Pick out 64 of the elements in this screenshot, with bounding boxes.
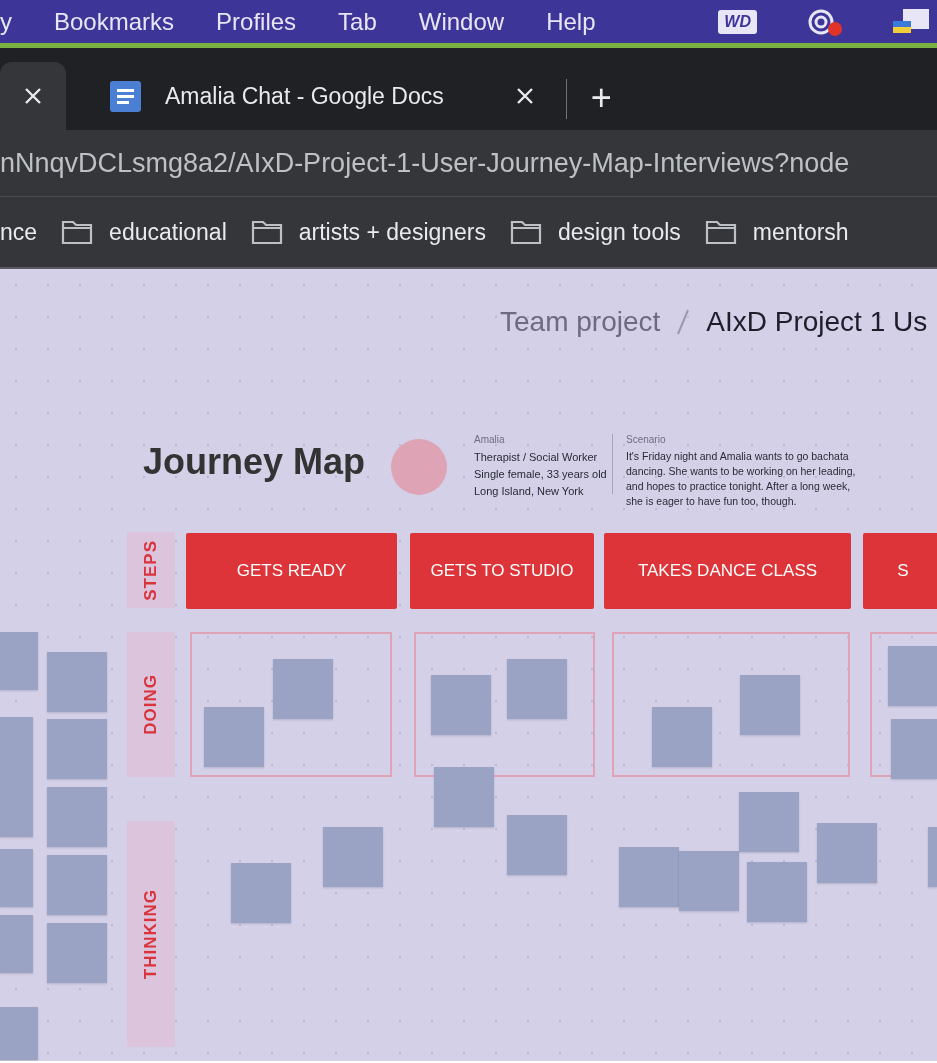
step-card: GETS READY	[186, 533, 397, 609]
scenario-heading: Scenario	[626, 433, 666, 447]
map-title: Journey Map	[143, 440, 366, 484]
menu-item[interactable]: Profiles	[216, 3, 297, 40]
sticky-note[interactable]	[507, 659, 567, 719]
persona-name: Amalia	[474, 433, 505, 447]
step-card: S	[863, 533, 937, 609]
sticky-note[interactable]	[204, 707, 264, 767]
file-title[interactable]: AIxD Project 1 Us	[706, 301, 928, 343]
menu-item[interactable]: Help	[546, 3, 596, 40]
step-card: TAKES DANCE CLASS	[604, 533, 851, 609]
sticky-note[interactable]	[0, 915, 33, 973]
sticky-note[interactable]	[0, 849, 33, 907]
sticky-note[interactable]	[0, 717, 33, 837]
tab-title: Amalia Chat - Google Docs	[165, 81, 444, 111]
avatar-circle	[391, 439, 447, 495]
step-card: GETS TO STUDIO	[410, 533, 594, 609]
sticky-note[interactable]	[47, 787, 107, 847]
bookmark[interactable]: nce	[0, 214, 38, 250]
sticky-note[interactable]	[747, 862, 807, 922]
sticky-note[interactable]	[888, 646, 937, 706]
sticky-note[interactable]	[739, 792, 799, 852]
persona-detail: Therapist / Social Worker	[474, 450, 598, 465]
sticky-note[interactable]	[47, 923, 107, 983]
menu-item[interactable]: Window	[418, 3, 505, 40]
close-icon[interactable]	[24, 87, 42, 105]
new-tab-button[interactable]: +	[590, 71, 612, 125]
bookmark-label[interactable]: design tools	[558, 214, 681, 250]
sticky-note[interactable]	[273, 659, 333, 719]
sticky-note[interactable]	[619, 847, 679, 907]
sticky-note[interactable]	[679, 851, 739, 911]
browser-tab[interactable]: Amalia Chat - Google Docs	[86, 62, 558, 130]
sticky-note[interactable]	[928, 827, 937, 887]
sticky-note[interactable]	[652, 707, 712, 767]
bookmark-label[interactable]: mentorsh	[752, 214, 849, 250]
lane-label: STEPS	[140, 539, 162, 601]
drive-badge-icon[interactable]: WD	[718, 9, 757, 34]
sticky-note[interactable]	[507, 815, 567, 875]
sticky-note[interactable]	[740, 675, 800, 735]
menu-item[interactable]: Bookmarks	[54, 3, 175, 40]
persona-detail: Long Island, New York	[474, 484, 584, 499]
sticky-note[interactable]	[323, 827, 383, 887]
sticky-note[interactable]	[47, 652, 107, 712]
sticky-note[interactable]	[817, 823, 877, 883]
persona-detail: Single female, 33 years old	[474, 467, 607, 482]
bookmark-label[interactable]: artists + designers	[298, 214, 487, 250]
sticky-note[interactable]	[891, 719, 937, 779]
sticky-note[interactable]	[434, 767, 494, 827]
slash-icon	[676, 308, 691, 336]
sticky-note[interactable]	[47, 719, 107, 779]
sticky-note[interactable]	[231, 863, 291, 923]
sticky-note[interactable]	[431, 675, 491, 735]
design-canvas[interactable]	[0, 269, 937, 1061]
sticky-note[interactable]	[0, 632, 38, 690]
lane-label: THINKING	[140, 888, 162, 980]
menu-item[interactable]: Tab	[338, 3, 377, 40]
close-icon[interactable]	[515, 87, 534, 105]
menu-item[interactable]: y	[0, 3, 12, 40]
document-icon	[110, 80, 141, 112]
sticky-note[interactable]	[47, 855, 107, 915]
scenario-text: It's Friday night and Amalia wants to go bachata dancing. She wants to be working on her leading, and hopes to practice tonight. After a long week, she is eager to have fun too, though.	[626, 449, 857, 509]
lane-label: DOING	[140, 674, 162, 735]
sticky-note[interactable]	[0, 1007, 38, 1060]
bookmark-label[interactable]: educational	[109, 214, 227, 250]
